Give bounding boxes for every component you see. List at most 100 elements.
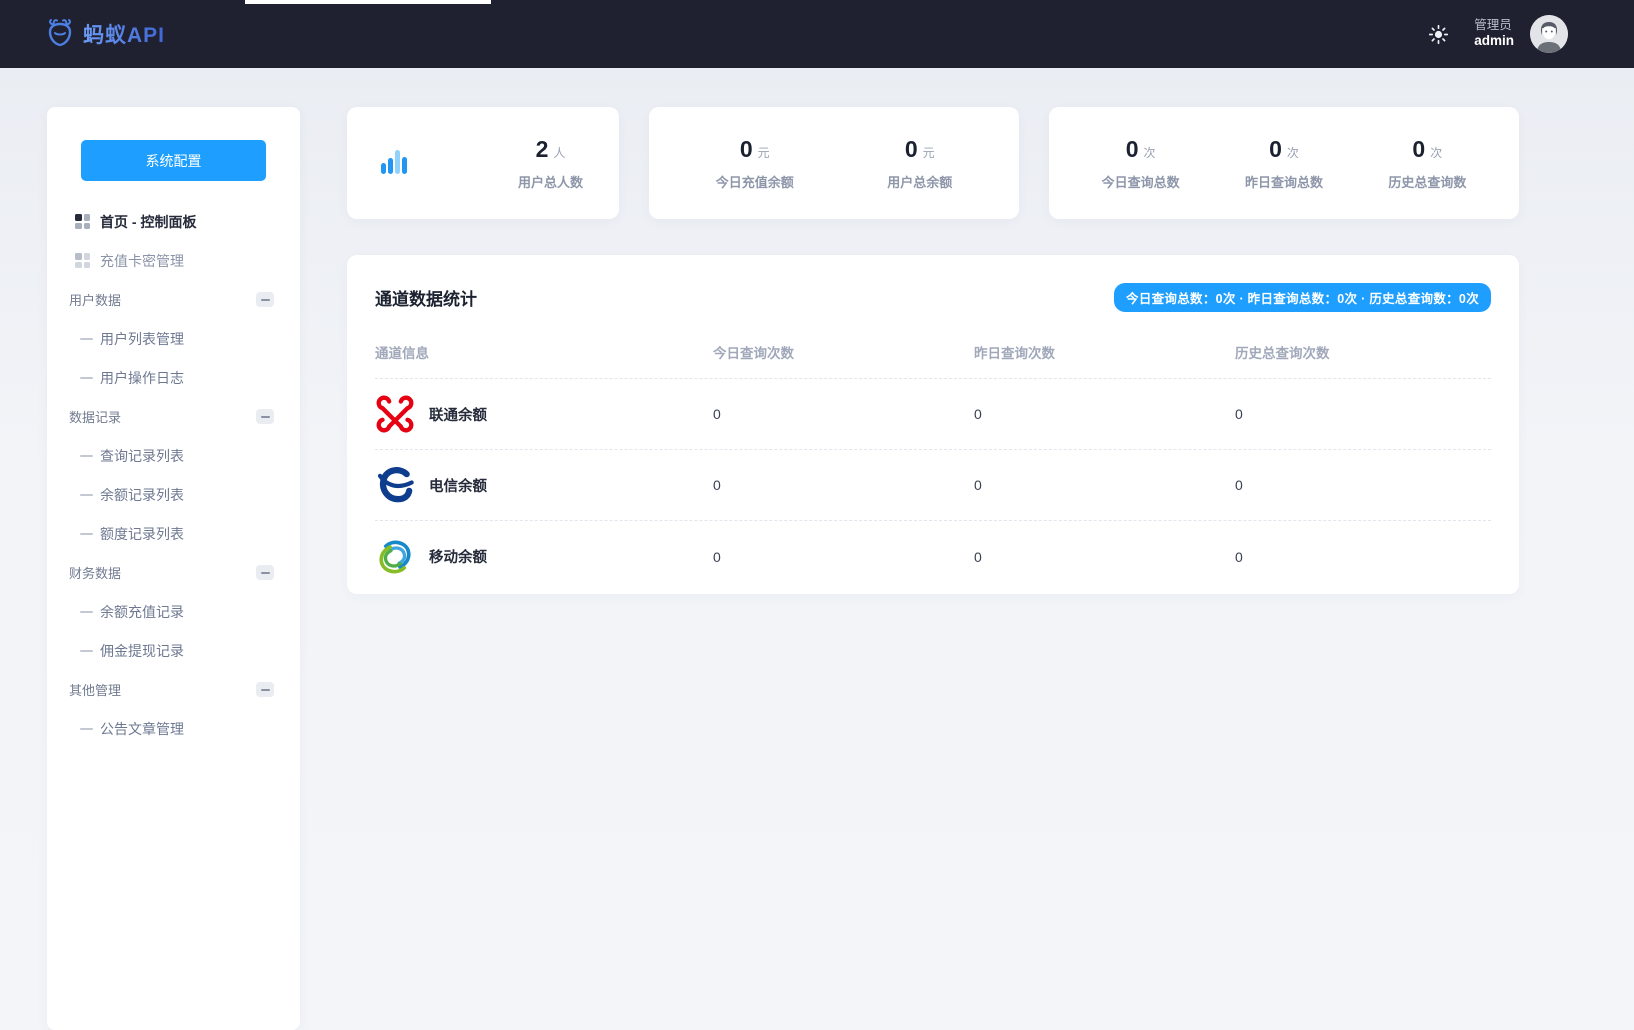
browser-artifact-strip	[245, 0, 491, 4]
dash-icon	[80, 610, 93, 613]
stat-block: 2人 用户总人数	[518, 136, 583, 191]
telecom-logo-icon	[377, 467, 414, 503]
brand[interactable]: 蚂蚁API	[45, 17, 165, 52]
user-name: admin	[1474, 33, 1514, 49]
stat-value-line: 0元	[887, 136, 952, 163]
sidebar-item-label: 充值卡密管理	[100, 252, 184, 269]
stat-unit: 次	[1430, 145, 1443, 160]
channel-name: 联通余额	[429, 407, 487, 424]
sidebar-subitem-label: 公告文章管理	[100, 720, 184, 737]
stat-value-line: 0元	[716, 136, 794, 163]
user-role: 管理员	[1474, 17, 1512, 32]
total-count-cell: 0	[1235, 477, 1243, 493]
table-row: 移动余额 0 0 0	[375, 521, 1491, 592]
mobile-logo-icon	[379, 540, 411, 573]
sidebar-item[interactable]: 充值卡密管理	[47, 241, 274, 280]
stat-cards-row: 2人 用户总人数 0元 今日充值余额 0元 用户总余额 0次 今日查询总数 0次…	[347, 107, 1519, 219]
sidebar-subitem[interactable]: 余额记录列表	[47, 475, 274, 514]
stat-value-line: 0次	[1102, 136, 1180, 163]
system-config-button[interactable]: 系统配置	[81, 140, 266, 181]
stat-value: 0	[1125, 135, 1139, 162]
channel-stats-panel: 通道数据统计 今日查询总数：0次 · 昨日查询总数：0次 · 历史总查询数：0次…	[347, 255, 1519, 594]
channel-cell: 移动余额	[375, 537, 713, 577]
grid-icon	[75, 253, 90, 268]
stat-block: 0次 昨日查询总数	[1245, 136, 1323, 191]
table-body: 联通余额 0 0 0 电信余额 0 0 0 移动余额 0 0 0	[375, 379, 1491, 592]
sidebar-subitem-label: 余额记录列表	[100, 486, 184, 503]
table-header-cell: 昨日查询次数	[974, 346, 1055, 361]
sidebar-subitem-label: 佣金提现记录	[100, 642, 184, 659]
stat-value: 0	[739, 135, 753, 162]
channel-logo	[375, 537, 415, 577]
dash-icon	[80, 376, 93, 379]
minus-icon[interactable]	[256, 292, 274, 307]
stat-block: 0次 历史总查询数	[1388, 136, 1466, 191]
avatar[interactable]	[1530, 15, 1568, 53]
sidebar-subitem[interactable]: 额度记录列表	[47, 514, 274, 553]
sidebar-menu: 首页 - 控制面板 充值卡密管理 用户数据 用户列表管理 用户操作日志 数据记录…	[47, 202, 300, 748]
total-count-cell: 0	[1235, 548, 1243, 565]
sidebar-subitem-label: 查询记录列表	[100, 447, 184, 464]
sidebar-subitem[interactable]: 公告文章管理	[47, 709, 274, 748]
sidebar-subitem[interactable]: 用户列表管理	[47, 319, 274, 358]
sun-icon[interactable]	[1429, 24, 1449, 44]
topbar: 蚂蚁API 管理员 admin	[0, 0, 1634, 68]
sidebar-section: 其他管理	[47, 670, 274, 709]
table-row: 联通余额 0 0 0	[375, 379, 1491, 450]
table-header-cell: 通道信息	[375, 346, 429, 361]
minus-icon[interactable]	[256, 565, 274, 580]
stat-value: 0	[1269, 135, 1282, 162]
minus-icon[interactable]	[256, 682, 274, 697]
stat-unit: 元	[922, 145, 935, 160]
stat-value-line: 0次	[1388, 136, 1466, 163]
page-body: 系统配置 首页 - 控制面板 充值卡密管理 用户数据 用户列表管理 用户操作日志…	[0, 68, 1634, 1030]
topbar-right: 管理员 admin	[1429, 15, 1568, 53]
dash-icon	[80, 727, 93, 730]
stat-unit: 次	[1143, 145, 1156, 160]
channel-logo	[375, 394, 415, 434]
table-header-cell: 历史总查询次数	[1235, 346, 1330, 361]
table-header-cell: 今日查询次数	[713, 346, 794, 361]
sidebar-subitem[interactable]: 用户操作日志	[47, 358, 274, 397]
stat-label: 历史总查询数	[1388, 174, 1467, 190]
table-header-row: 通道信息 今日查询次数 昨日查询次数 历史总查询次数	[375, 342, 1491, 379]
user-info: 管理员 admin	[1474, 18, 1514, 51]
stat-card-balance: 0元 今日充值余额 0元 用户总余额	[649, 107, 1019, 219]
sidebar-subitem-label: 用户操作日志	[100, 369, 184, 386]
channel-cell: 联通余额	[375, 394, 713, 434]
yesterday-count-cell: 0	[974, 548, 982, 565]
sidebar-section-label: 数据记录	[69, 410, 122, 425]
stat-unit: 元	[757, 145, 770, 160]
stat-label: 今日查询总数	[1101, 174, 1180, 190]
sidebar-subitem-label: 额度记录列表	[100, 525, 184, 542]
dash-icon	[80, 532, 93, 535]
yesterday-count-cell: 0	[974, 477, 982, 493]
minus-icon[interactable]	[256, 409, 274, 424]
today-count-cell: 0	[713, 406, 721, 422]
stat-items: 2人 用户总人数	[518, 136, 583, 191]
sidebar-subitem-label: 余额充值记录	[100, 603, 184, 620]
sidebar-subitem[interactable]: 查询记录列表	[47, 436, 274, 475]
channel-name: 移动余额	[429, 550, 487, 566]
stat-label: 用户总人数	[517, 174, 583, 190]
dash-icon	[80, 493, 93, 496]
stat-label: 用户总余额	[887, 174, 953, 190]
yesterday-count-cell: 0	[974, 406, 982, 422]
panel-title: 通道数据统计	[375, 290, 477, 309]
stat-block: 0元 今日充值余额	[716, 136, 794, 191]
stat-label: 今日充值余额	[715, 174, 794, 190]
sidebar-item[interactable]: 首页 - 控制面板	[47, 202, 274, 241]
stat-unit: 人	[553, 145, 566, 160]
sidebar-subitem[interactable]: 佣金提现记录	[47, 631, 274, 670]
stat-label: 昨日查询总数	[1244, 174, 1323, 190]
stat-card-users: 2人 用户总人数	[347, 107, 619, 219]
sidebar-section-label: 用户数据	[69, 293, 122, 308]
stat-value: 0	[1412, 135, 1426, 162]
total-count-cell: 0	[1235, 406, 1243, 422]
dash-icon	[80, 337, 93, 340]
today-count-cell: 0	[713, 548, 721, 565]
dash-icon	[80, 454, 93, 457]
sidebar-subitem[interactable]: 余额充值记录	[47, 592, 274, 631]
table-row: 电信余额 0 0 0	[375, 450, 1491, 521]
logo-text: 蚂蚁API	[83, 19, 165, 49]
